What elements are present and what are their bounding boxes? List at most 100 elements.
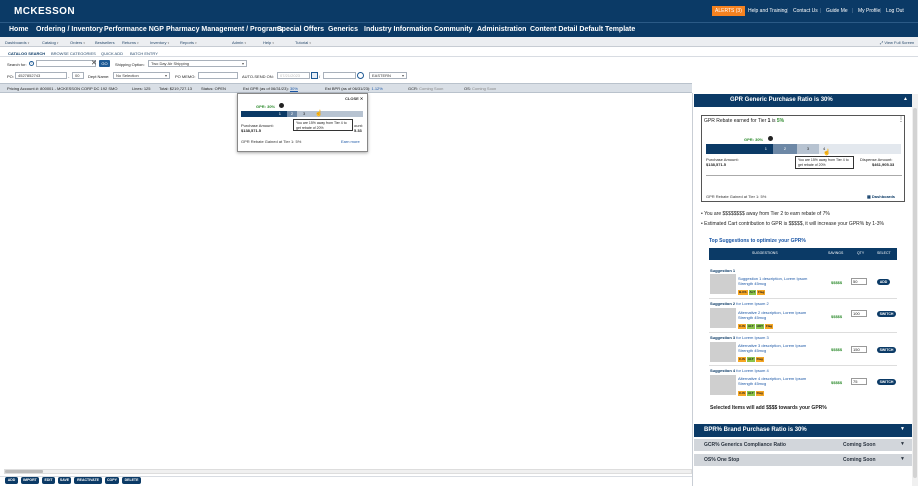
dashboards-link[interactable]: ▦ Dashboards — [867, 194, 895, 199]
auto-send-time-input[interactable] — [323, 72, 356, 79]
est-gpr[interactable]: Est GPR (as of 06/31/23): 30% — [243, 86, 298, 91]
go-button[interactable]: GO — [99, 60, 110, 67]
os-header[interactable]: OS% One Stop — [694, 454, 912, 466]
qty-input[interactable]: 100 — [851, 310, 867, 317]
view-full-screen-link[interactable]: ⤢ View Full Screen — [880, 40, 914, 45]
os-status: OS: Coming Soon — [464, 86, 497, 91]
clock-icon[interactable] — [357, 72, 364, 79]
switch-button[interactable]: SWITCH — [877, 379, 896, 385]
nav-administration[interactable]: Administration — [477, 26, 526, 33]
my-profile-link[interactable]: My Profile — [858, 8, 880, 14]
add-button[interactable]: ADD — [5, 477, 18, 484]
switch-button[interactable]: SWITCH — [877, 347, 896, 353]
subnav-help[interactable]: Help ▾ — [263, 40, 274, 45]
tier-tooltip: You are 15% away from Tier 4 to get reba… — [795, 156, 854, 169]
subnav-bestsellers[interactable]: Bestsellers — [95, 40, 115, 45]
subnav-inventory[interactable]: Inventory ▾ — [150, 40, 169, 45]
subnav-returns[interactable]: Returns ▾ — [122, 40, 139, 45]
guide-me-link[interactable]: Guide Me — [826, 8, 848, 14]
gpr-label: GPR: 30% — [744, 137, 764, 142]
qty-input[interactable]: 50 — [851, 278, 867, 285]
nav-home[interactable]: Home — [9, 26, 28, 33]
timezone-select[interactable]: EASTERN ▾ — [369, 72, 407, 79]
nav-generics[interactable]: Generics — [328, 26, 358, 33]
suggestion-description[interactable]: Alternative 3 description, Lorem Ipsum S… — [738, 343, 818, 353]
info-icon[interactable]: i — [29, 61, 34, 66]
dept-number-input[interactable]: 00 — [72, 72, 84, 79]
subnav-admin[interactable]: Admin ▾ — [232, 40, 246, 45]
save-button[interactable]: SAVE — [58, 477, 71, 484]
dept-name-select[interactable]: No Selection ▾ — [113, 72, 170, 79]
clear-icon[interactable]: ✕ — [91, 60, 97, 67]
delete-button[interactable]: DELETE — [122, 477, 141, 484]
po-memo-input[interactable] — [198, 72, 238, 79]
qty-input[interactable]: 75 — [851, 378, 867, 385]
nav-pharmacy-management[interactable]: Pharmacy Management / Programs — [166, 26, 283, 33]
gpr-header[interactable]: GPR Generic Purchase Ratio is 30% — [694, 94, 912, 107]
nav-community[interactable]: Community — [434, 26, 473, 33]
separator: | — [820, 8, 822, 14]
tab-browse-categories[interactable]: BROWSE CATEGORIES — [51, 51, 96, 56]
subnav-catalog[interactable]: Catalog ▾ — [42, 40, 58, 45]
popup-dispense-value: 5.33 — [354, 128, 362, 133]
popup-rebate-gained: GPR Rebate Gained at Tier 1: 5% — [241, 139, 302, 144]
nav-content-detail[interactable]: Content Detail Default Template — [530, 26, 635, 33]
mckesson-logo[interactable]: MCKESSON — [14, 6, 75, 17]
search-label: Search for: — [7, 62, 27, 67]
calendar-icon[interactable] — [311, 72, 318, 79]
copy-button[interactable]: COPY — [105, 477, 119, 484]
switch-button[interactable]: SWITCH — [877, 311, 896, 317]
chevron-up-icon[interactable]: ▲ — [903, 96, 908, 102]
qty-input[interactable]: 150 — [851, 346, 867, 353]
horizontal-scrollbar[interactable] — [4, 469, 692, 474]
help-training-link[interactable]: Help and Training — [748, 8, 787, 14]
nav-industry-information[interactable]: Industry Information — [364, 26, 432, 33]
suggestion-description[interactable]: Suggestion 1 description, Lorem Ipsum St… — [738, 276, 818, 286]
suggestion-description[interactable]: Alternative 4 description, Lorem Ipsum S… — [738, 376, 818, 386]
dispense-amount-value: $461,905.33 — [872, 162, 895, 167]
tab-quick-add[interactable]: QUICK ADD — [101, 51, 123, 56]
os-coming-soon: Coming Soon — [843, 457, 876, 463]
chevron-down-icon[interactable]: ▼ — [900, 426, 905, 432]
search-input[interactable] — [36, 60, 96, 67]
subnav-reports[interactable]: Reports ▾ — [180, 40, 197, 45]
gcr-header[interactable]: GCR% Generics Compliance Ratio — [694, 439, 912, 451]
scrollbar-thumb[interactable] — [913, 108, 917, 478]
lines-count: Lines: 125 — [132, 86, 151, 91]
tier-2: 2 — [773, 144, 797, 154]
subnav-tutorial[interactable]: Tutorial ▾ — [295, 40, 311, 45]
more-options-icon[interactable]: ⋮ — [898, 117, 904, 123]
subnav-orders[interactable]: Orders ▾ — [70, 40, 85, 45]
nav-special-offers[interactable]: Special Offers — [277, 26, 324, 33]
divider — [709, 365, 897, 366]
import-button[interactable]: IMPORT — [21, 477, 39, 484]
log-out-link[interactable]: Log Out — [886, 8, 904, 14]
earn-more-link[interactable]: Earn more — [341, 139, 360, 144]
tab-catalog-search[interactable]: CATALOG SEARCH — [8, 51, 45, 56]
auto-send-date-input[interactable]: 07/21/2023 — [277, 72, 310, 79]
suggestion-description[interactable]: Alternative 2 description, Lorem Ipsum S… — [738, 310, 818, 320]
est-bpr[interactable]: Est BPR (as of 06/31/23): 1.12% — [325, 86, 383, 91]
nav-ordering-inventory[interactable]: Ordering / Inventory — [36, 26, 103, 33]
edit-button[interactable]: EDIT — [42, 477, 55, 484]
po-input[interactable]: 4527852743 — [15, 72, 67, 79]
chevron-down-icon[interactable]: ▼ — [900, 456, 905, 462]
chart-icon: ▦ — [867, 194, 871, 199]
add-button[interactable]: ADD — [877, 279, 890, 285]
reactivate-button[interactable]: REACTIVATE — [74, 477, 102, 484]
scrollbar-thumb[interactable] — [5, 470, 43, 473]
chevron-down-icon[interactable]: ▼ — [900, 441, 905, 447]
alerts-button[interactable]: ALERTS (3) — [712, 6, 745, 16]
purchase-amount-value: $138,571.5 — [706, 162, 727, 167]
col-savings: SAVINGS — [828, 251, 844, 255]
contact-us-link[interactable]: Contact Us — [793, 8, 818, 14]
popup-close-button[interactable]: CLOSE ✕ — [345, 96, 363, 101]
subnav-dashboards[interactable]: Dashboards ▾ — [5, 40, 29, 45]
shipping-select[interactable]: Two Day Air Shipping ▾ — [148, 60, 247, 67]
nav-performance-ngp[interactable]: Performance NGP — [104, 26, 164, 33]
bpr-header[interactable]: BPR% Brand Purchase Ratio is 30% — [694, 424, 912, 437]
selected-items-summary: Selected Items will add $$$$ towards you… — [710, 405, 827, 411]
rebate-title: GPR Rebate earned for Tier 1 is 5% — [704, 118, 785, 124]
popup-tooltip: You are 15% away from Tier 4 to get reba… — [293, 119, 353, 131]
tab-batch-entry[interactable]: BATCH ENTRY — [130, 51, 158, 56]
